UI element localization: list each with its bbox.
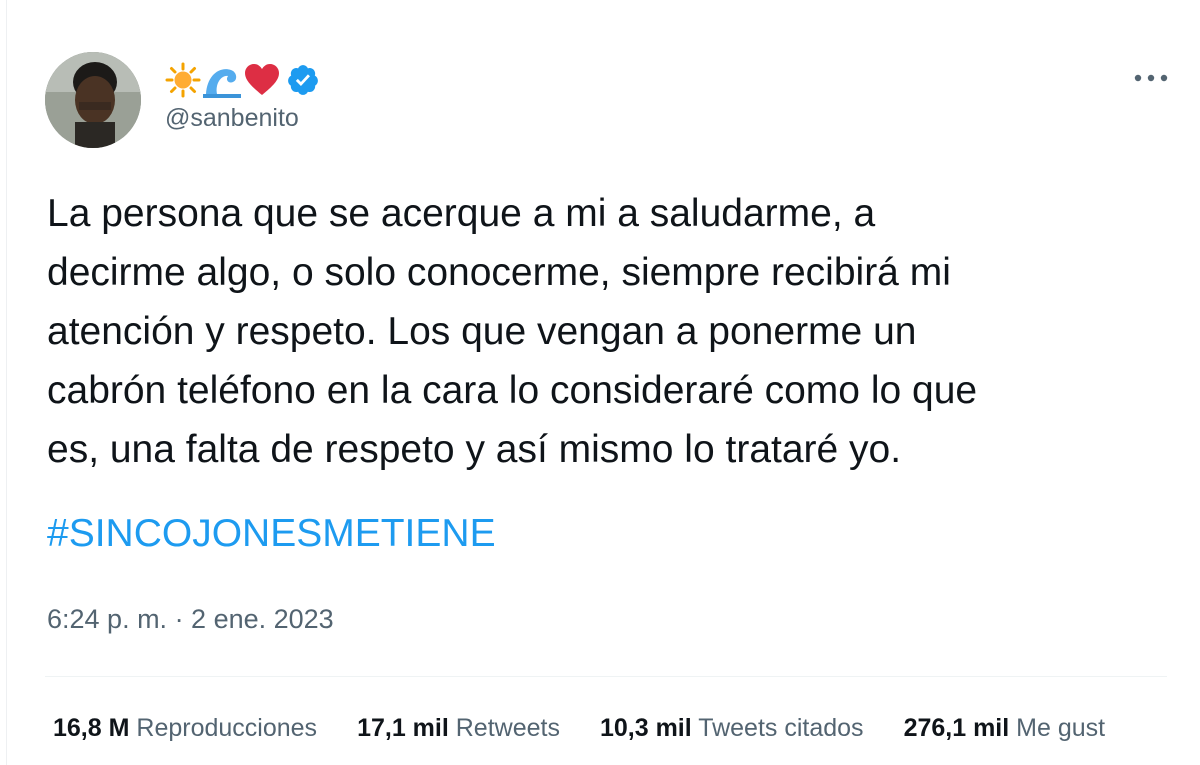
stat-likes[interactable]: 276,1 mil Me gust [904,714,1106,743]
red-heart-icon [245,64,279,95]
stat-value: 276,1 mil [903,714,1010,742]
user-handle[interactable]: @sanbenito [165,104,299,133]
wave-icon [203,69,241,98]
tweet-card: @sanbenito La persona que se acerque a m… [6,0,1200,765]
divider [45,676,1167,677]
stat-label: Retweets [455,714,560,742]
more-options-icon[interactable] [1131,60,1171,96]
stat-retweets[interactable]: 17,1 mil Retweets [357,714,560,743]
stat-label: Me gust [1016,714,1106,742]
stat-views[interactable]: 16,8 M Reproducciones [53,714,317,743]
engagement-stats: 16,8 M Reproducciones 17,1 mil Retweets … [53,714,1105,743]
sun-icon [165,62,201,98]
hashtag-link[interactable]: #SINCOJONESMETIENE [47,512,496,556]
stat-quote-tweets[interactable]: 10,3 mil Tweets citados [600,714,864,743]
stat-value: 10,3 mil [599,714,692,742]
display-name[interactable] [165,60,320,100]
verified-badge-icon [288,65,318,95]
stat-value: 16,8 M [53,714,130,742]
tweet-text: La persona que se acerque a mi a saludar… [47,192,978,471]
stat-value: 17,1 mil [357,714,449,742]
avatar-photo [45,52,141,148]
tweet-timestamp[interactable]: 6:24 p. m. · 2 ene. 2023 [47,604,334,635]
avatar[interactable] [45,52,141,148]
stat-label: Tweets citados [698,714,864,742]
stat-label: Reproducciones [136,714,318,742]
